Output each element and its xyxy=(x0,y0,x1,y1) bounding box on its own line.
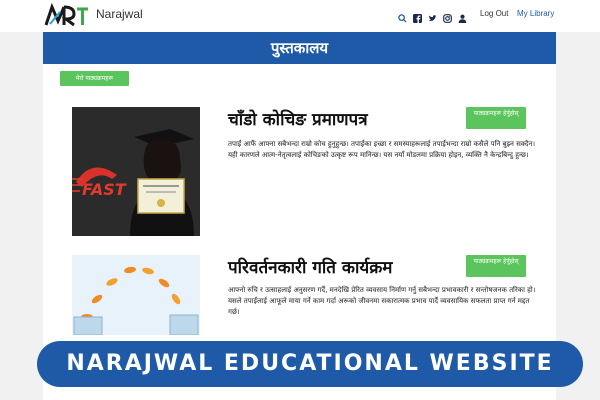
top-navbar: Narajwal Log Out My Library xyxy=(0,0,600,32)
left-gutter xyxy=(0,32,43,400)
course-title: परिवर्तनकारी गति कार्यक्रम xyxy=(228,258,393,278)
user-icon[interactable] xyxy=(458,8,467,23)
website-title-banner: NARAJWAL EDUCATIONAL WEBSITE xyxy=(37,341,583,387)
view-courses-button[interactable]: पाठ्यक्रमहरू हेर्नुहोस् xyxy=(466,107,526,129)
course-title: चाँडो कोचिङ प्रमाणपत्र xyxy=(228,110,368,130)
logout-link[interactable]: Log Out xyxy=(480,9,508,18)
library-banner: पुस्तकालय xyxy=(43,32,556,64)
brand-name[interactable]: Narajwal xyxy=(96,7,143,21)
course-image-coaching: FAST xyxy=(72,107,200,236)
instagram-icon[interactable] xyxy=(443,8,452,23)
my-library-link[interactable]: My Library xyxy=(517,9,554,18)
course-description: आफ्नो रुचि र उत्साहलाई अनुसरण गर्दै, मनद… xyxy=(228,286,536,316)
website-title: NARAJWAL EDUCATIONAL WEBSITE xyxy=(66,351,554,376)
nav-icons xyxy=(398,8,467,23)
library-title: पुस्तकालय xyxy=(270,39,329,57)
course-description: तपाईं आफैं आफ्ना सबैभन्दा राम्रो कोच हुन… xyxy=(228,140,536,159)
my-courses-button[interactable]: मेरो पाठ्यक्रमहरू xyxy=(60,71,129,86)
narajwal-logo[interactable] xyxy=(44,3,90,27)
svg-text:FAST: FAST xyxy=(82,180,127,199)
twitter-icon[interactable] xyxy=(428,8,437,22)
search-icon[interactable] xyxy=(398,8,407,23)
view-courses-button[interactable]: पाठ्यक्रमहरू हेर्नुहोस् xyxy=(466,255,526,277)
course-image-transformation xyxy=(72,255,200,335)
facebook-icon[interactable] xyxy=(413,8,422,23)
